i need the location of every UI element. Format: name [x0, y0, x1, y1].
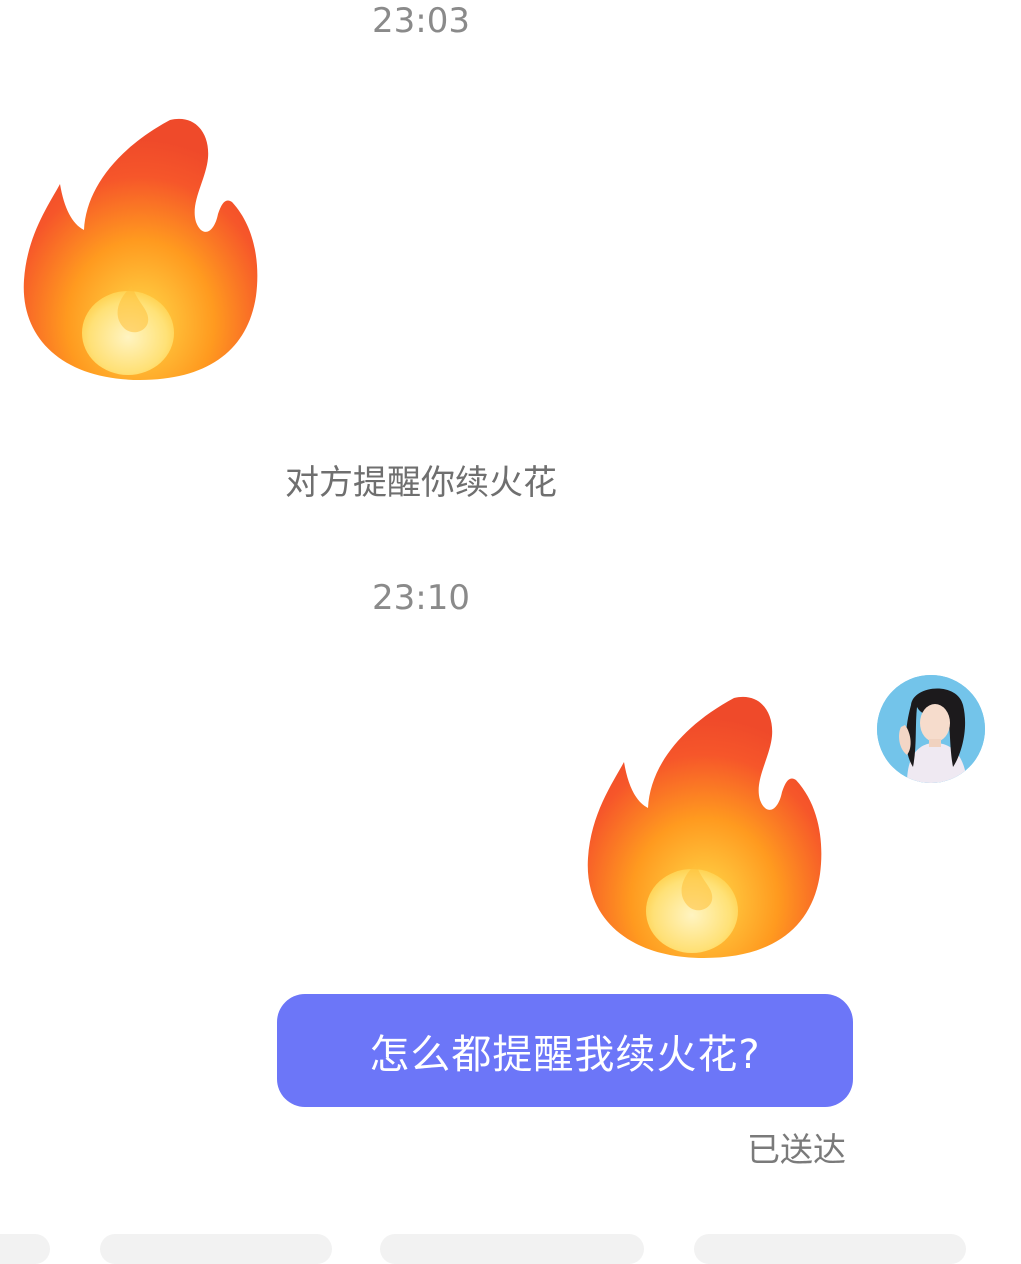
- sent-message-text: 怎么都提醒我续火花?: [369, 1031, 761, 1078]
- timestamp: 23:10: [372, 578, 470, 618]
- sent-message-bubble[interactable]: 怎么都提醒我续火花?: [277, 994, 853, 1107]
- flame-icon[interactable]: [584, 696, 824, 961]
- quick-reply-chip[interactable]: [0, 1234, 50, 1264]
- user-avatar[interactable]: [877, 675, 985, 783]
- quick-reply-chip[interactable]: [694, 1234, 966, 1264]
- timestamp: 23:03: [372, 1, 470, 41]
- delivery-status: 已送达: [747, 1130, 846, 1169]
- quick-reply-chip[interactable]: [380, 1234, 644, 1264]
- avatar-portrait: [877, 675, 985, 783]
- system-notice: 对方提醒你续火花: [285, 463, 557, 503]
- quick-reply-chip[interactable]: [100, 1234, 332, 1264]
- flame-icon[interactable]: [20, 118, 260, 383]
